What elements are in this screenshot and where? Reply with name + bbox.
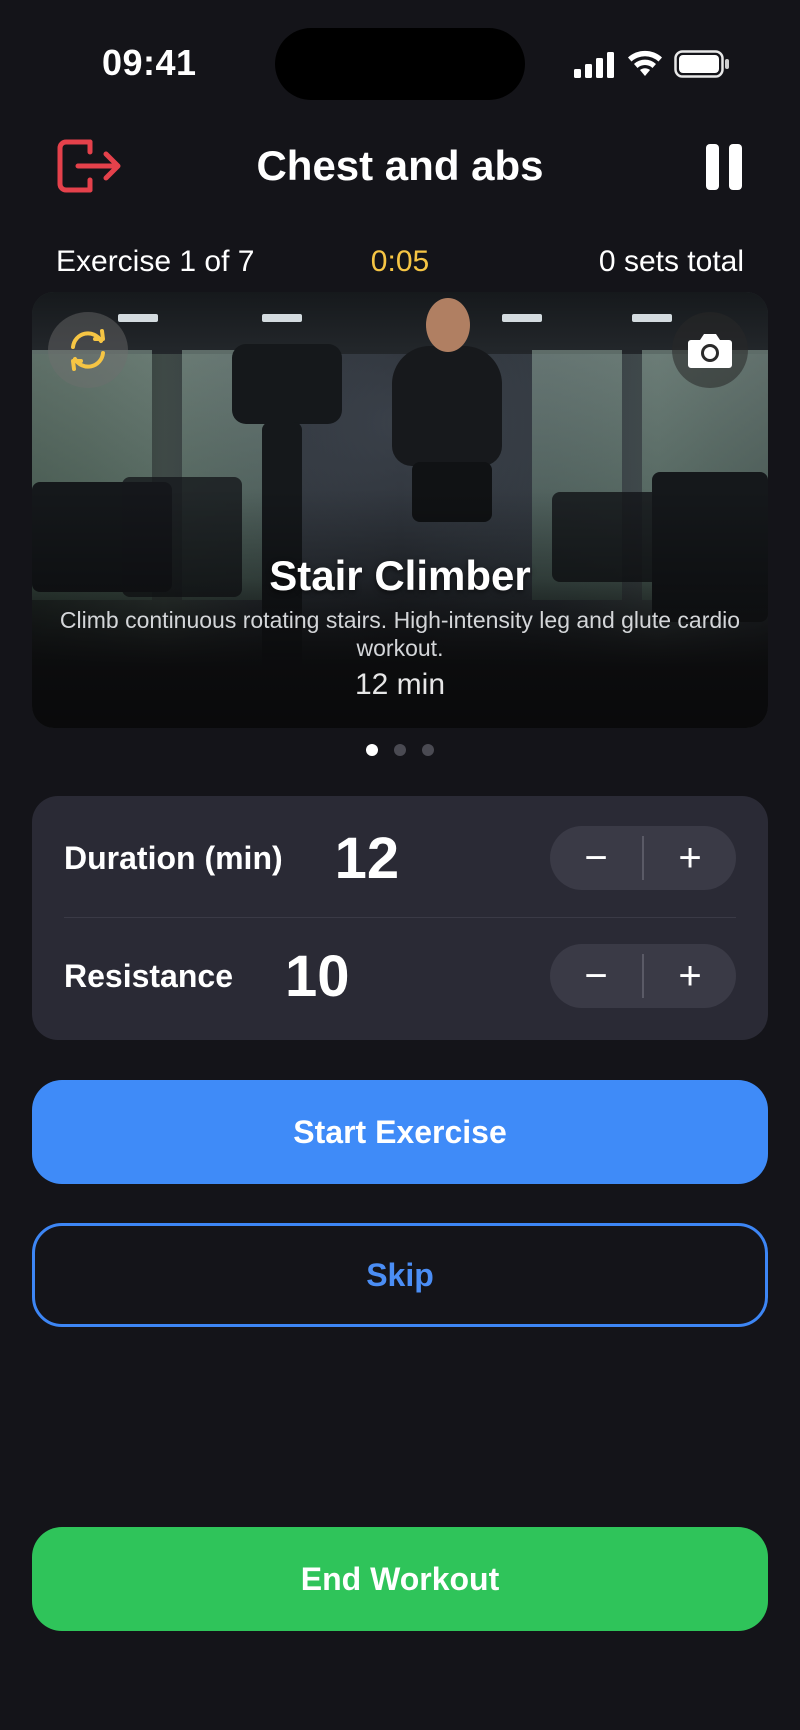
camera-button[interactable] [672, 312, 748, 388]
pause-icon-bar [706, 144, 719, 190]
page-dot[interactable] [394, 744, 406, 756]
duration-row: Duration (min) 12 − + [64, 800, 736, 916]
exercise-settings-card: Duration (min) 12 − + Resistance 10 − + [32, 796, 768, 1040]
page-dot[interactable] [422, 744, 434, 756]
duration-stepper[interactable]: − + [550, 826, 736, 890]
page-dot-active[interactable] [366, 744, 378, 756]
exercise-duration: 12 min [354, 668, 446, 701]
skip-button[interactable]: Skip [32, 1223, 768, 1327]
resistance-value: 10 [284, 943, 350, 1009]
wifi-icon [628, 50, 662, 76]
dynamic-island [275, 28, 525, 100]
duration-label: Duration (min) [64, 839, 283, 876]
resistance-stepper[interactable]: − + [550, 944, 736, 1008]
status-time: 09:41 [102, 42, 197, 83]
rotate-view-button[interactable] [48, 312, 128, 388]
workout-title: Chest and abs [256, 142, 544, 189]
exercise-description: Climb continuous rotating stairs. High-i… [59, 607, 741, 661]
end-workout-button[interactable]: End Workout [32, 1527, 768, 1631]
camera-icon [688, 334, 732, 368]
signal-icon [574, 52, 614, 78]
exercise-image-card[interactable]: Stair Climber Climb continuous rotating … [32, 292, 768, 728]
elapsed-timer: 0:05 [370, 245, 430, 278]
workout-screen: 09:41 Chest and abs Exercise 1 of 7 0:05… [0, 0, 800, 1730]
duration-decrease-button[interactable]: − [550, 826, 642, 890]
resistance-decrease-button[interactable]: − [550, 944, 642, 1008]
duration-increase-button[interactable]: + [644, 826, 736, 890]
resistance-row: Resistance 10 − + [64, 918, 736, 1034]
duration-value: 12 [334, 825, 400, 891]
resistance-label: Resistance [64, 957, 233, 994]
pause-icon-bar [729, 144, 742, 190]
start-exercise-button[interactable]: Start Exercise [32, 1080, 768, 1184]
battery-icon [674, 50, 729, 78]
pause-button[interactable] [706, 144, 742, 190]
resistance-increase-button[interactable]: + [644, 944, 736, 1008]
page-indicator[interactable] [0, 744, 800, 756]
rotate-icon [71, 329, 105, 371]
progress-row: Exercise 1 of 7 0:05 0 sets total [56, 244, 744, 280]
exercise-name: Stair Climber [269, 552, 531, 599]
